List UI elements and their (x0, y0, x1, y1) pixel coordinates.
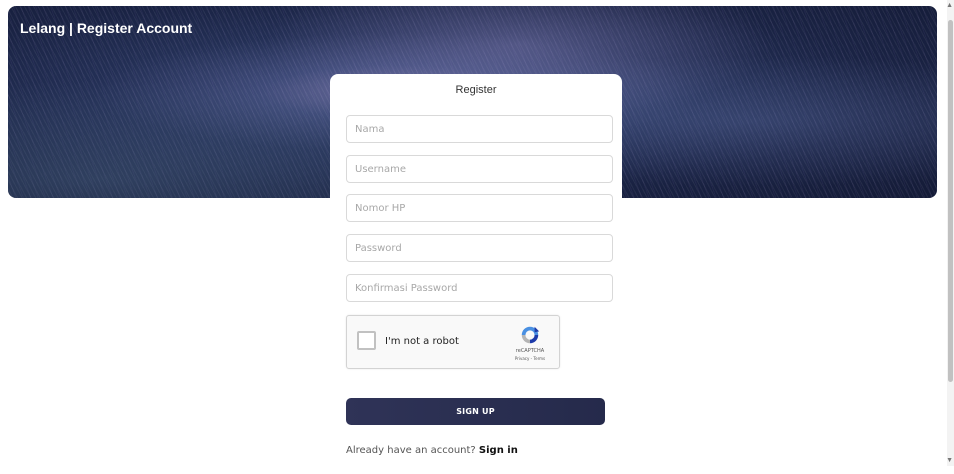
page-title: Lelang | Register Account (20, 20, 193, 36)
username-input[interactable] (346, 155, 613, 183)
scroll-down-arrow-icon[interactable]: ▼ (946, 457, 953, 464)
register-title: Register (455, 84, 497, 96)
sign-in-link[interactable]: Sign in (479, 445, 518, 456)
recaptcha-terms-link[interactable]: Terms (533, 356, 545, 361)
recaptcha-logo-icon (521, 326, 540, 344)
recaptcha-widget: I'm not a robot reCAPTCHA Privacy - Term… (346, 315, 560, 369)
konfirmasi-password-input[interactable] (346, 274, 613, 302)
nomor-hp-input[interactable] (346, 194, 613, 222)
sign-up-button[interactable]: SIGN UP (346, 398, 605, 425)
scroll-up-arrow-icon[interactable]: ▲ (946, 2, 953, 9)
scrollbar-thumb[interactable] (948, 20, 953, 382)
signin-prompt-line: Already have an account? Sign in (346, 445, 518, 456)
signin-prompt-text: Already have an account? (346, 445, 479, 456)
nama-input[interactable] (346, 115, 613, 143)
register-card: Register I'm not a robot reCAPTCHA Priva… (330, 74, 622, 474)
password-input[interactable] (346, 234, 613, 262)
recaptcha-brand: reCAPTCHA (515, 348, 545, 354)
recaptcha-privacy-link[interactable]: Privacy (515, 356, 529, 361)
recaptcha-links: Privacy - Terms (507, 356, 553, 361)
recaptcha-label: I'm not a robot (385, 336, 459, 347)
recaptcha-checkbox[interactable] (357, 331, 376, 350)
page-scrollbar[interactable]: ▲ ▼ (946, 0, 954, 466)
